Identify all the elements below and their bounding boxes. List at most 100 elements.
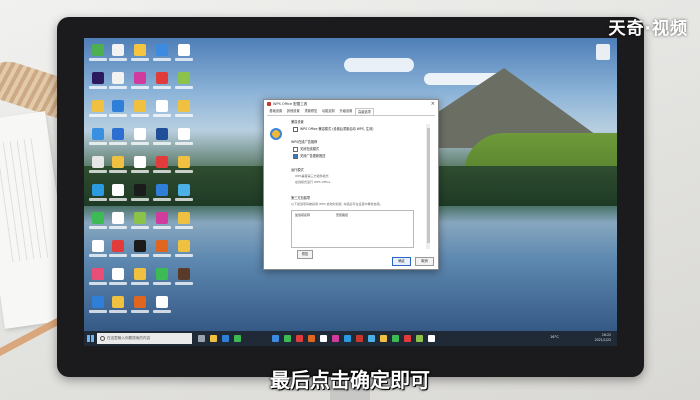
tab-reset[interactable]: 重置修复 — [302, 108, 320, 115]
tab-upgrade[interactable]: 升级设置 — [337, 108, 355, 115]
desktop-icon[interactable] — [174, 128, 194, 152]
windows-start-icon[interactable] — [87, 335, 94, 342]
weather-temp[interactable]: 16°C — [550, 335, 559, 339]
desktop-icon[interactable] — [130, 156, 150, 180]
desktop-icon[interactable] — [152, 184, 172, 208]
desktop-icon[interactable] — [152, 296, 172, 320]
desktop-icon[interactable] — [152, 212, 172, 236]
compat-checkbox[interactable] — [293, 126, 298, 132]
taskbar-app-icon[interactable] — [272, 335, 279, 342]
taskbar-app-icon[interactable] — [284, 335, 291, 342]
taskbar-app-icon[interactable] — [368, 335, 375, 342]
taskbar-app-icon[interactable] — [308, 335, 315, 342]
taskbar-app-icon[interactable] — [428, 335, 435, 342]
desktop-icon[interactable] — [130, 128, 150, 152]
desktop-icon[interactable] — [152, 128, 172, 152]
desktop-icon[interactable] — [108, 212, 128, 236]
desktop-icon[interactable] — [152, 44, 172, 68]
office-option-1[interactable]: WPS兼容第三方插件模式 — [295, 174, 329, 178]
desktop-icon[interactable] — [174, 44, 194, 68]
taskbar-app-icon[interactable] — [320, 335, 327, 342]
tab-basic[interactable]: 基础设置 — [267, 108, 285, 115]
desktop-icon[interactable] — [130, 184, 150, 208]
desktop-icon[interactable] — [174, 72, 194, 96]
desktop-icon[interactable] — [130, 212, 150, 236]
desktop-icon[interactable] — [108, 296, 128, 320]
video-subtitle: 最后点击确定即可 — [270, 368, 430, 392]
desktop-icon[interactable] — [130, 100, 150, 124]
system-clock[interactable]: 16:22 2021/1/22 — [595, 333, 611, 343]
desktop-icon[interactable] — [130, 44, 150, 68]
taskbar-app-icon[interactable] — [416, 335, 423, 342]
scrollbar-thumb[interactable] — [426, 128, 430, 243]
desktop-icon[interactable] — [130, 72, 150, 96]
dialog-title: WPS Office 配置工具 — [273, 102, 308, 106]
ok-button[interactable]: 确定 — [392, 257, 411, 266]
list-col-path: 安装路径 — [336, 213, 349, 217]
wps-taskbar-icon[interactable] — [356, 335, 363, 342]
task-view-icon[interactable] — [198, 335, 205, 342]
dialog-scrollbar[interactable] — [426, 124, 430, 249]
desktop-icon[interactable] — [174, 268, 194, 292]
desktop-icon[interactable] — [88, 212, 108, 236]
taskbar: 在这里输入你要搜索的内容 16°C 16:22 2021/1/22 — [84, 331, 617, 346]
desktop-icon[interactable] — [88, 100, 108, 124]
tab-advanced[interactable]: 高级选项 — [354, 108, 375, 115]
desktop-icon[interactable] — [88, 184, 108, 208]
plugin-list[interactable]: 加载项名称 安装路径 — [291, 210, 414, 248]
taskbar-app-icon[interactable] — [234, 335, 241, 342]
desktop-icon[interactable] — [88, 268, 108, 292]
wps-checkbox-1[interactable] — [293, 146, 298, 152]
wps-section-title: WPS在线广告推荐 — [291, 140, 318, 144]
wps-option-1[interactable]: 关闭在线模式 — [293, 146, 319, 152]
cancel-button[interactable]: 取消 — [415, 257, 434, 266]
taskbar-app-icon[interactable] — [344, 335, 351, 342]
desktop-icon[interactable] — [108, 184, 128, 208]
desktop-icon[interactable] — [152, 156, 172, 180]
desktop-icon[interactable] — [108, 72, 128, 96]
desktop-icon[interactable] — [130, 268, 150, 292]
desktop-icon[interactable] — [130, 240, 150, 264]
taskbar-app-icon[interactable] — [332, 335, 339, 342]
compat-option[interactable]: WPS Office 兼容模式 (设置后重新启动 WPS, 生效) — [293, 126, 374, 132]
edge-icon[interactable] — [222, 335, 229, 342]
tab-other[interactable]: 其他设置 — [285, 108, 303, 115]
file-explorer-icon[interactable] — [210, 335, 217, 342]
recycle-bin-icon[interactable] — [596, 44, 610, 60]
desktop-icon[interactable] — [152, 100, 172, 124]
desktop-icon[interactable] — [174, 240, 194, 264]
desktop-icon[interactable] — [88, 44, 108, 68]
desktop-icon[interactable] — [152, 268, 172, 292]
office-option-2[interactable]: 在线模式运行 WPS Office — [295, 180, 330, 184]
desktop-icon[interactable] — [108, 156, 128, 180]
taskbar-app-icon[interactable] — [404, 335, 411, 342]
taskbar-app-icon[interactable] — [392, 335, 399, 342]
desktop-icon[interactable] — [152, 72, 172, 96]
wps-checkbox-2[interactable] — [293, 153, 298, 159]
taskbar-search-input[interactable]: 在这里输入你要搜索的内容 — [97, 333, 192, 344]
desktop-icon[interactable] — [174, 184, 194, 208]
desktop-icon[interactable] — [108, 100, 128, 124]
desktop-icon[interactable] — [88, 240, 108, 264]
desktop-icon[interactable] — [88, 72, 108, 96]
taskbar-app-icon[interactable] — [296, 335, 303, 342]
desktop-icon[interactable] — [174, 100, 194, 124]
taskbar-app-icon[interactable] — [380, 335, 387, 342]
desktop-icon[interactable] — [108, 44, 128, 68]
dialog-tabs: 基础设置 其他设置 重置修复 功能定制 升级设置 高级选项 — [267, 108, 435, 116]
desktop-icon[interactable] — [88, 128, 108, 152]
tab-features[interactable]: 功能定制 — [320, 108, 338, 115]
restore-button[interactable]: 恢复 — [297, 250, 313, 259]
desktop-icon[interactable] — [174, 156, 194, 180]
desktop-icon[interactable] — [130, 296, 150, 320]
desktop-icon[interactable] — [174, 212, 194, 236]
desktop-icon[interactable] — [152, 240, 172, 264]
close-icon[interactable]: × — [431, 100, 435, 108]
desktop-icon[interactable] — [88, 156, 108, 180]
desktop-icon[interactable] — [108, 268, 128, 292]
wps-option-2[interactable]: 关闭广告更新推送 — [293, 153, 326, 159]
desktop-icon[interactable] — [108, 128, 128, 152]
desktop-icon[interactable] — [108, 240, 128, 264]
desktop-icon[interactable] — [88, 296, 108, 320]
dialog-titlebar: WPS Office 配置工具 × — [264, 100, 438, 108]
